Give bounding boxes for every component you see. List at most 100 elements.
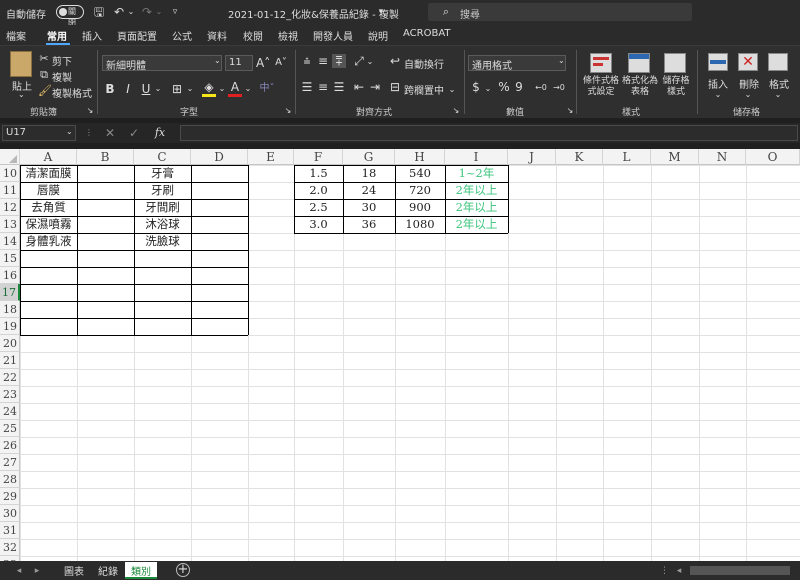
name-box[interactable]: U17 [2,125,76,141]
row-header-24[interactable]: 24 [0,403,20,420]
column-header-M[interactable]: M [651,149,699,165]
row-header-21[interactable]: 21 [0,352,20,369]
font-launcher-icon[interactable]: ↘ [284,104,292,118]
orientation-dropdown-icon[interactable]: ⌄ [366,55,374,69]
column-header-I[interactable]: I [445,149,508,165]
cell-H10[interactable]: 540 [395,165,445,182]
row-header-22[interactable]: 22 [0,369,20,386]
copy-icon[interactable]: ⧉ [38,68,50,82]
align-right-icon[interactable]: ☰ [332,80,346,94]
redo-dropdown-icon[interactable]: ⌄ [154,5,164,19]
format-as-table-button[interactable]: 格式化為表格 [622,76,658,98]
cell-I12[interactable]: 2年以上 [445,199,508,216]
number-format-dropdown-icon[interactable]: ⌄ [558,56,565,65]
scroll-left-icon[interactable]: ◂ [14,564,24,578]
row-header-11[interactable]: 11 [0,182,20,199]
cell-C11[interactable]: 牙刷 [134,182,191,199]
comma-icon[interactable]: 9 [513,80,525,94]
wrap-text-icon[interactable]: ↩ [388,54,402,68]
fill-dropdown-icon[interactable]: ⌄ [218,82,226,96]
save-icon[interactable]: 🖫 [92,5,106,19]
increase-decimal-icon[interactable]: ←0 [533,81,549,95]
copy-button[interactable]: 複製 [52,69,72,84]
align-middle-icon[interactable]: ≡ [316,54,330,68]
column-header-N[interactable]: N [699,149,746,165]
format-cells-icon[interactable] [768,53,788,71]
document-title[interactable]: 2021-01-12_化妝&保養品紀錄 - 複製 [228,6,399,21]
cell-C13[interactable]: 沐浴球 [134,216,191,233]
row-header-12[interactable]: 12 [0,199,20,216]
tab-home[interactable]: 常用 [47,28,67,43]
sheet-tab-chart[interactable]: 圖表 [58,562,90,579]
tab-page-layout[interactable]: 頁面配置 [117,28,157,43]
decrease-font-icon[interactable]: A˅ [274,56,288,70]
row-header-15[interactable]: 15 [0,250,20,267]
sheet-tab-records[interactable]: 紀錄 [92,562,124,579]
cut-button[interactable]: 剪下 [52,53,72,68]
cell-F13[interactable]: 3.0 [294,216,343,233]
currency-dropdown-icon[interactable]: ⌄ [484,82,492,96]
italic-icon[interactable]: I [122,82,134,96]
font-color-icon[interactable]: A [228,80,242,97]
more-sheets-icon[interactable]: ⋮ [660,564,669,578]
column-header-C[interactable]: C [134,149,191,165]
paste-icon[interactable] [10,51,32,77]
cell-A12[interactable]: 去角質 [20,199,77,216]
cell-I11[interactable]: 2年以上 [445,182,508,199]
borders-icon[interactable]: ⊞ [170,82,184,96]
cell-G10[interactable]: 18 [343,165,395,182]
cell-F12[interactable]: 2.5 [294,199,343,216]
tab-formulas[interactable]: 公式 [172,28,192,43]
horizontal-scrollbar[interactable] [690,566,790,575]
insert-dropdown-icon[interactable]: ⌄ [714,88,722,102]
row-header-25[interactable]: 25 [0,420,20,437]
row-header-17[interactable]: 17 [0,284,20,301]
row-header-10[interactable]: 10 [0,165,20,182]
delete-cells-icon[interactable]: ✕ [738,53,758,71]
search-box[interactable]: ⌕ 搜尋 [428,3,692,21]
conditional-formatting-button[interactable]: 條件式格式設定 [579,76,623,98]
font-size-select[interactable]: 11 [225,55,253,71]
cell-H11[interactable]: 720 [395,182,445,199]
decrease-indent-icon[interactable]: ⇤ [352,80,366,94]
tab-acrobat[interactable]: ACROBAT [403,28,451,39]
sheet-tab-category[interactable]: 類別 [125,562,157,579]
cell-C10[interactable]: 牙膏 [134,165,191,182]
conditional-formatting-icon[interactable] [590,53,612,73]
row-header-27[interactable]: 27 [0,454,20,471]
row-header-32[interactable]: 32 [0,539,20,556]
column-header-O[interactable]: O [746,149,800,165]
row-header-16[interactable]: 16 [0,267,20,284]
column-header-L[interactable]: L [603,149,651,165]
scissors-icon[interactable]: ✂ [38,52,50,66]
row-header-20[interactable]: 20 [0,335,20,352]
column-header-F[interactable]: F [294,149,343,165]
cell-G11[interactable]: 24 [343,182,395,199]
column-header-D[interactable]: D [191,149,248,165]
row-header-29[interactable]: 29 [0,488,20,505]
tab-review[interactable]: 校閱 [243,28,263,43]
select-all-corner[interactable] [0,149,20,165]
row-header-31[interactable]: 31 [0,522,20,539]
redo-icon[interactable]: ↷ [140,5,154,19]
format-as-table-icon[interactable] [628,53,650,73]
tab-developer[interactable]: 開發人員 [313,28,353,43]
cell-C14[interactable]: 洗臉球 [134,233,191,250]
title-dropdown-icon[interactable]: ▾ [376,5,386,19]
row-header-14[interactable]: 14 [0,233,20,250]
undo-icon[interactable]: ↶ [112,5,126,19]
cell-I13[interactable]: 2年以上 [445,216,508,233]
phonetic-icon[interactable]: 中ˇ [258,82,276,96]
insert-cells-icon[interactable] [708,53,728,71]
row-header-28[interactable]: 28 [0,471,20,488]
underline-icon[interactable]: U [140,82,152,96]
row-header-26[interactable]: 26 [0,437,20,454]
cell-styles-icon[interactable] [664,53,686,73]
row-header-19[interactable]: 19 [0,318,20,335]
currency-icon[interactable]: $ [470,80,482,94]
cell-G13[interactable]: 36 [343,216,395,233]
cell-A10[interactable]: 清潔面膜 [20,165,77,182]
column-header-J[interactable]: J [508,149,556,165]
formula-input[interactable] [180,125,798,141]
column-header-G[interactable]: G [343,149,395,165]
